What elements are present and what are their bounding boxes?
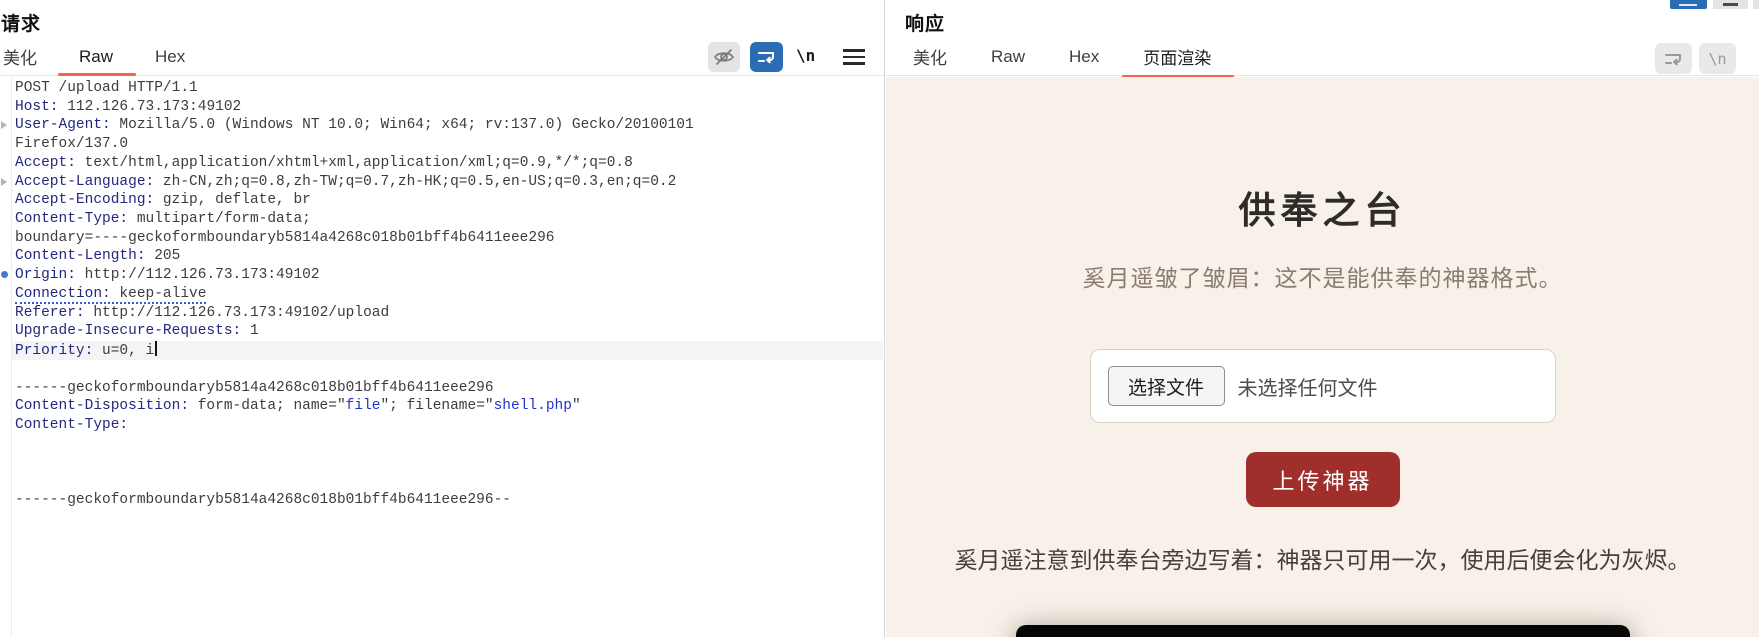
menu-icon[interactable] — [843, 49, 865, 65]
tab-Hex[interactable]: Hex — [155, 47, 185, 67]
fold-marker-icon[interactable] — [1, 121, 7, 130]
code-line[interactable]: Referer: http://112.126.73.173:49102/upl… — [12, 304, 883, 323]
eye-off-icon[interactable] — [708, 42, 740, 72]
file-input-status: 未选择任何文件 — [1237, 377, 1378, 400]
code-line[interactable]: boundary=----geckoformboundaryb5814a4268… — [12, 229, 883, 248]
word-wrap-icon-inactive[interactable] — [1655, 43, 1692, 74]
terminal-output-bar — [1015, 625, 1630, 637]
request-editor-gutter — [0, 77, 12, 637]
request-panel-title: 请求 — [1, 14, 42, 35]
breakpoint-dot-icon[interactable] — [1, 271, 8, 279]
request-tab-bar: 美化 Raw Hex \n — [0, 38, 884, 76]
code-line[interactable]: POST /upload HTTP/1.1 — [12, 79, 883, 98]
cut-off-grey-button[interactable] — [1713, 0, 1748, 9]
code-line[interactable]: Content-Length: 205 — [12, 247, 883, 266]
code-line[interactable]: Accept: text/html,application/xhtml+xml,… — [12, 154, 883, 173]
request-editor: POST /upload HTTP/1.1 Host: 112.126.73.17… — [0, 77, 884, 637]
tab-美化[interactable]: 美化 — [3, 44, 37, 69]
code-line[interactable]: User-Agent: Mozilla/5.0 (Windows NT 10.0… — [12, 116, 883, 135]
upload-button[interactable]: 上传神器 — [1245, 452, 1400, 507]
code-line[interactable] — [12, 435, 883, 454]
tab-Hex[interactable]: Hex — [1069, 47, 1099, 67]
code-line[interactable]: Accept-Encoding: gzip, deflate, br — [12, 191, 883, 210]
code-line[interactable]: ------geckoformboundaryb5814a4268c018b01… — [12, 379, 883, 398]
response-panel: 响应 美化 Raw Hex 页面渲染 \n 供奉之台 奚月遥皱了皱眉：这不是能供奉的神… — [886, 0, 1759, 637]
code-line[interactable]: Accept-Language: zh-CN,zh;q=0.8,zh-TW;q=… — [12, 173, 883, 192]
tab-Raw[interactable]: Raw — [57, 47, 137, 76]
cut-off-blue-button[interactable] — [1670, 0, 1707, 9]
word-wrap-icon[interactable] — [750, 42, 783, 72]
tab-美化[interactable]: 美化 — [913, 44, 947, 69]
code-line[interactable] — [12, 360, 883, 379]
code-line[interactable]: Content-Type: — [12, 416, 883, 435]
newline-toggle[interactable]: \n — [796, 46, 815, 65]
page-title: 供奉之台 — [1238, 191, 1407, 232]
text-cursor-icon — [155, 341, 158, 357]
newline-toggle-inactive[interactable]: \n — [1699, 43, 1736, 74]
code-line[interactable]: Connection: keep-alive — [12, 285, 883, 304]
fold-marker-icon[interactable] — [1, 177, 7, 186]
rendered-page: 供奉之台 奚月遥皱了皱眉：这不是能供奉的神器格式。 选择文件 未选择任何文件 上… — [886, 77, 1759, 637]
request-editor-code[interactable]: POST /upload HTTP/1.1 Host: 112.126.73.17… — [12, 79, 883, 510]
code-line[interactable]: Host: 112.126.73.173:49102 — [12, 98, 883, 117]
code-line[interactable]: Content-Type: multipart/form-data; — [12, 210, 883, 229]
file-input[interactable]: 选择文件 未选择任何文件 — [1089, 349, 1556, 423]
response-tabs: 美化 Raw Hex 页面渲染 — [913, 38, 1235, 78]
code-line[interactable]: Upgrade-Insecure-Requests: 1 — [12, 322, 883, 341]
cut-off-grey-button-2[interactable] — [1753, 0, 1759, 9]
code-line[interactable]: Priority: u=0, i — [12, 341, 883, 360]
code-line[interactable]: Origin: http://112.126.73.173:49102 — [12, 266, 883, 285]
choose-file-button[interactable]: 选择文件 — [1107, 366, 1225, 406]
page-note: 奚月遥注意到供奉台旁边写着：神器只可用一次，使用后便会化为灰烬。 — [954, 548, 1691, 573]
request-panel: 请求 美化 Raw Hex \n POST /upload HTTP/1.1 H… — [0, 0, 885, 637]
code-line[interactable] — [12, 453, 883, 472]
tab-页面渲染[interactable]: 页面渲染 — [1122, 44, 1235, 78]
code-line[interactable] — [12, 472, 883, 491]
code-line[interactable]: Firefox/137.0 — [12, 135, 883, 154]
page-subtitle: 奚月遥皱了皱眉：这不是能供奉的神器格式。 — [1082, 266, 1563, 291]
code-line[interactable]: Content-Disposition: form-data; name="fi… — [12, 397, 883, 416]
response-panel-title: 响应 — [905, 14, 946, 35]
tab-Raw[interactable]: Raw — [991, 47, 1025, 67]
response-tab-bar: 美化 Raw Hex 页面渲染 \n — [886, 38, 1759, 78]
code-line[interactable]: ------geckoformboundaryb5814a4268c018b01… — [12, 491, 883, 510]
request-tabs: 美化 Raw Hex — [3, 38, 185, 76]
http-debug-tool: 请求 美化 Raw Hex \n POST /upload HTTP/1.1 H… — [0, 0, 1759, 637]
